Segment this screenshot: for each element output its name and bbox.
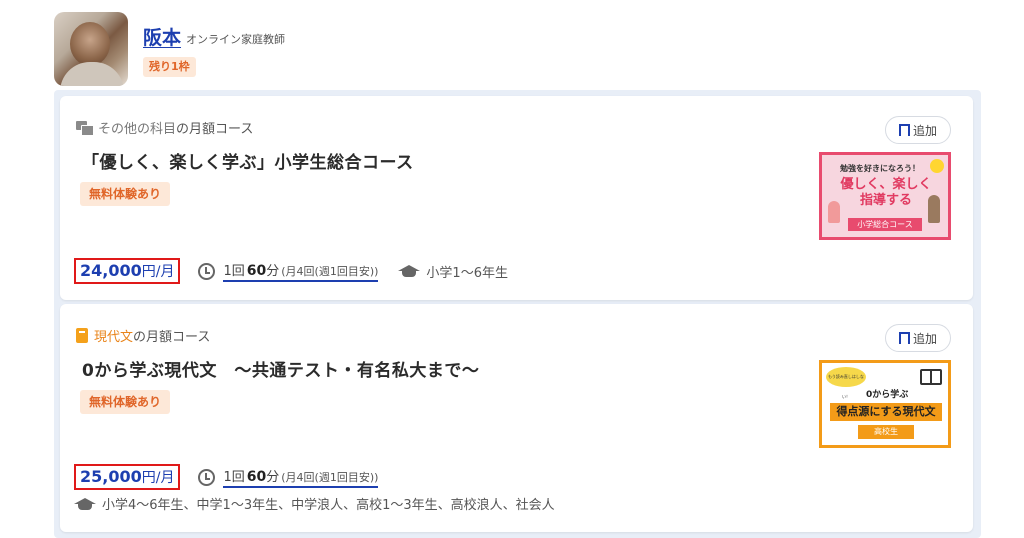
- bookmark-add-icon: [898, 124, 910, 139]
- course-meta: 25,000 円/月 1回 60 分 (月4回(週1回目安)): [74, 464, 379, 490]
- lesson-note: (月4回(週1回目安)): [281, 265, 379, 278]
- teacher-name-link[interactable]: 阪本: [143, 23, 181, 50]
- teacher-avatar[interactable]: [54, 12, 128, 86]
- lesson-duration: 1回 60 分 (月4回(週1回目安)): [223, 260, 379, 282]
- lesson-note: (月4回(週1回目安)): [281, 471, 379, 484]
- add-course-button[interactable]: 追加: [885, 116, 951, 144]
- add-button-label: 追加: [912, 331, 937, 346]
- price-unit: 円/月: [141, 264, 175, 280]
- target-grades: 小学1〜6年生: [426, 265, 508, 281]
- price-unit: 円/月: [141, 470, 175, 486]
- subject-suffix: の月額コース: [176, 122, 254, 137]
- course-subject: その他の科目の月額コース: [76, 118, 253, 137]
- clock-icon: [198, 262, 216, 280]
- course-list: その他の科目の月額コース 「優しく、楽しく学ぶ」小学生総合コース 無料体験あり …: [54, 90, 981, 538]
- thumbnail-line-1: 0から学ぶ: [866, 390, 909, 400]
- lesson-minutes: 60: [246, 469, 267, 485]
- thumbnail-big-text-2: 指導する: [859, 193, 912, 208]
- subject-name: 現代文: [94, 330, 134, 345]
- course-subject: 現代文の月額コース: [76, 326, 210, 345]
- thumbnail-big-text: 優しく、楽しく 指導する: [838, 177, 934, 209]
- teacher-role: オンライン家庭教師: [186, 33, 285, 46]
- book-icon: [76, 328, 88, 343]
- course-card[interactable]: 現代文の月額コース 0から学ぶ現代文 〜共通テスト・有名私大まで〜 無料体験あり…: [60, 304, 973, 532]
- price-amount: 25,000: [80, 467, 142, 486]
- lesson-minutes-unit: 分: [266, 470, 280, 485]
- teacher-header: 阪本 オンライン家庭教師 残り1枠: [54, 12, 974, 88]
- target-grades: 小学4〜6年生、中学1〜3年生、中学浪人、高校1〜3年生、高校浪人、社会人: [102, 498, 555, 513]
- free-trial-badge: 無料体験あり: [80, 182, 171, 206]
- free-trial-badge: 無料体験あり: [80, 390, 171, 414]
- lesson-minutes-unit: 分: [266, 264, 280, 279]
- price-highlight: 24,000 円/月: [74, 258, 181, 284]
- add-button-label: 追加: [912, 123, 937, 138]
- thumbnail-band: 高校生: [858, 425, 914, 439]
- thumbnail-small-text: 勉強を好きになろう！: [840, 164, 920, 173]
- thumbnail-line-2: 得点源にする現代文: [830, 403, 942, 421]
- course-title[interactable]: 「優しく、楽しく学ぶ」小学生総合コース: [82, 148, 414, 173]
- lesson-count: 1回: [223, 470, 245, 485]
- bookmark-add-icon: [898, 332, 910, 347]
- lesson-duration: 1回 60 分 (月4回(週1回目安)): [223, 466, 379, 488]
- graduation-cap-icon: [398, 264, 421, 278]
- course-title[interactable]: 0から学ぶ現代文 〜共通テスト・有名私大まで〜: [82, 356, 479, 381]
- lesson-minutes: 60: [246, 263, 267, 279]
- lesson-count: 1回: [223, 264, 245, 279]
- price-highlight: 25,000 円/月: [74, 464, 181, 490]
- subject-suffix: の月額コース: [133, 330, 211, 345]
- chat-icon: [76, 120, 94, 136]
- course-thumbnail[interactable]: もう読み直しはしない！ 0から学ぶ 得点源にする現代文 高校生: [819, 360, 951, 448]
- course-card[interactable]: その他の科目の月額コース 「優しく、楽しく学ぶ」小学生総合コース 無料体験あり …: [60, 96, 973, 300]
- clock-icon: [198, 468, 216, 486]
- open-book-icon: [920, 369, 942, 385]
- thumbnail-tag: もう読み直しはしない！: [826, 367, 866, 399]
- add-course-button[interactable]: 追加: [885, 324, 951, 352]
- thumbnail-band: 小学総合コース: [848, 218, 922, 231]
- subject-name: その他の科目: [98, 122, 177, 137]
- course-thumbnail[interactable]: 勉強を好きになろう！ 優しく、楽しく 指導する 小学総合コース: [819, 152, 951, 240]
- graduation-cap-icon: [74, 497, 96, 511]
- remaining-slots-badge: 残り1枠: [143, 57, 196, 77]
- price-amount: 24,000: [80, 261, 142, 280]
- course-grades-row: 小学4〜6年生、中学1〜3年生、中学浪人、高校1〜3年生、高校浪人、社会人: [74, 494, 555, 513]
- thumbnail-big-text-1: 優しく、楽しく: [840, 177, 932, 192]
- course-meta: 24,000 円/月 1回 60 分 (月4回(週1回目安)) 小学1〜6年生: [74, 258, 508, 284]
